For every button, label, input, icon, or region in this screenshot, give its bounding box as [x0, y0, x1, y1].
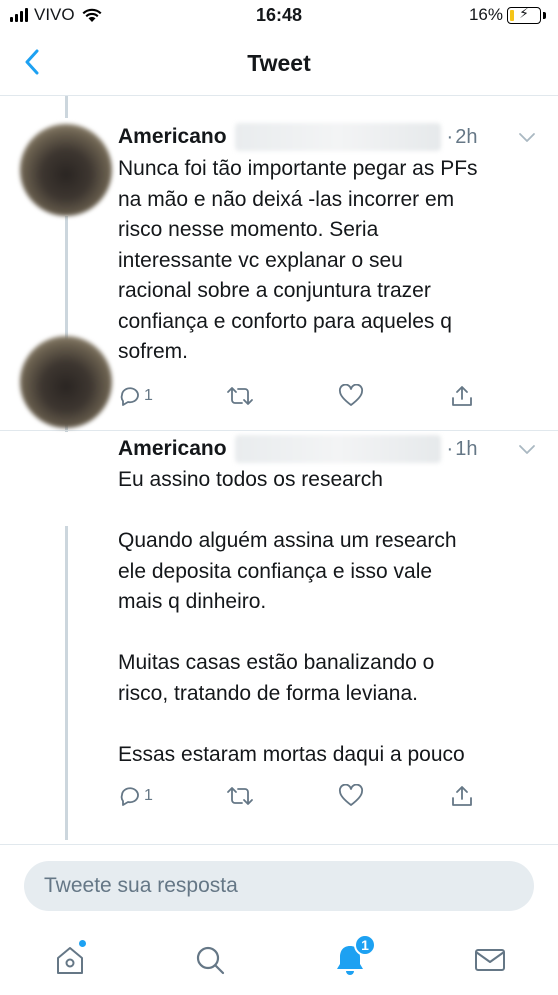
tweet-options-button[interactable]	[516, 126, 538, 148]
nav-header: Tweet	[0, 32, 558, 96]
separator-dot: ·	[446, 437, 454, 460]
avatar[interactable]	[20, 124, 112, 216]
new-content-dot	[79, 940, 86, 947]
reply-icon	[120, 787, 139, 806]
page-title: Tweet	[247, 50, 311, 76]
status-right: 16% ⚡	[469, 5, 546, 25]
author-name[interactable]: Americano	[118, 437, 227, 461]
heart-icon	[339, 784, 363, 806]
battery-cap	[543, 11, 546, 19]
reply-count: 1	[144, 387, 153, 404]
handle-redacted	[234, 123, 441, 151]
share-button[interactable]	[450, 381, 474, 411]
reply-button[interactable]: 1	[118, 381, 153, 411]
messages-icon	[475, 949, 505, 971]
tab-bar: 1	[0, 926, 558, 995]
tweet-thread[interactable]: Americano · 2h Nunca foi tão importante …	[0, 96, 558, 844]
tweet-actions: 1	[118, 381, 478, 411]
handle-redacted	[234, 435, 441, 463]
tweet-header: Americano · 2h	[118, 122, 538, 152]
share-button[interactable]	[450, 781, 474, 811]
chevron-down-icon	[519, 444, 535, 454]
tab-search[interactable]	[190, 940, 230, 980]
tab-messages[interactable]	[470, 940, 510, 980]
tweet[interactable]: Americano · 1h Eu assino todos os resear…	[0, 336, 558, 844]
reply-input[interactable]	[24, 861, 534, 911]
reply-icon	[120, 387, 139, 406]
heart-icon	[339, 384, 363, 406]
share-icon	[452, 786, 472, 806]
notifications-badge: 1	[354, 934, 376, 956]
status-bar: VIVO 16:48 16% ⚡	[0, 0, 558, 32]
search-icon	[196, 946, 225, 975]
battery-percent: 16%	[468, 5, 503, 24]
share-icon	[452, 386, 472, 406]
tweet-options-button[interactable]	[516, 438, 538, 460]
charging-bolt-icon: ⚡	[519, 4, 529, 21]
reply-count: 1	[144, 787, 153, 804]
tweet-time: 2h	[455, 125, 478, 148]
tab-home[interactable]	[50, 940, 90, 980]
home-icon	[57, 947, 83, 974]
reply-button[interactable]: 1	[118, 781, 153, 811]
like-button[interactable]	[338, 381, 364, 411]
tweet-time: 1h	[455, 437, 478, 460]
tweet-header: Americano · 1h	[118, 434, 538, 464]
like-button[interactable]	[338, 781, 364, 811]
retweet-button[interactable]	[226, 781, 254, 811]
retweet-icon	[227, 787, 253, 805]
tweet-text: Eu assino todos os research Quando algué…	[118, 468, 465, 766]
tweet-text: Nunca foi tão importante pegar as PFs na…	[118, 157, 478, 363]
retweet-icon	[227, 387, 253, 405]
separator-dot: ·	[446, 125, 454, 148]
avatar[interactable]	[20, 336, 112, 428]
reply-composer	[0, 844, 558, 926]
retweet-button[interactable]	[226, 381, 254, 411]
tab-notifications[interactable]: 1	[330, 934, 376, 980]
battery-icon: ⚡	[507, 4, 541, 24]
author-name[interactable]: Americano	[118, 125, 227, 149]
tweet-actions: 1	[118, 781, 478, 811]
chevron-down-icon	[519, 132, 535, 142]
